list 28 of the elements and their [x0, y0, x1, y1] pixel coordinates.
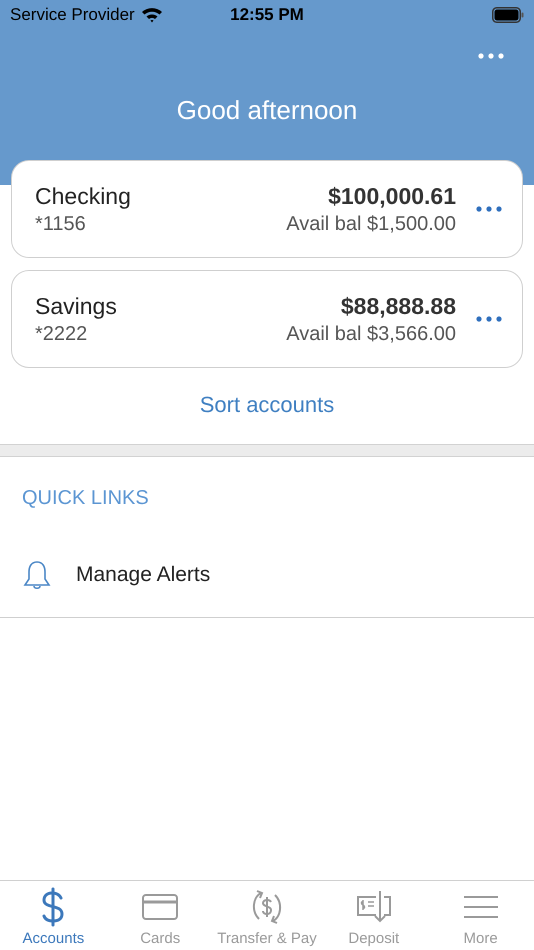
- tab-bar-item[interactable]: Deposit: [320, 881, 428, 950]
- account-balance: $88,888.88: [340, 292, 456, 320]
- greeting: Good afternoon: [176, 95, 358, 125]
- section-heading: QUICK LINKS: [22, 487, 149, 510]
- carrier-name: Service Provider: [10, 5, 135, 25]
- account-number: *2222: [35, 322, 88, 346]
- available-balance: Avail bal $3,566.00: [286, 322, 456, 346]
- quick-link-label: Manage Alerts: [76, 563, 210, 587]
- more-icon[interactable]: [476, 206, 502, 212]
- more-icon[interactable]: [478, 53, 504, 59]
- account-name: Savings: [35, 292, 117, 320]
- sort-accounts-link[interactable]: Sort accounts: [200, 392, 334, 417]
- account-number: *1156: [35, 212, 87, 236]
- account-name: Checking: [35, 182, 131, 210]
- account-card[interactable]: Checking *1156 $100,000.61 Avail bal $1,500.00: [11, 160, 523, 258]
- tab-bar-item[interactable]: More: [427, 881, 534, 950]
- quick-link-row[interactable]: Manage Alerts: [0, 533, 534, 618]
- wifi-icon: [140, 7, 163, 23]
- tab-bar-item[interactable]: Cards: [106, 881, 214, 950]
- more-icon[interactable]: [476, 316, 502, 322]
- tab-bar-item[interactable]: Accounts: [0, 881, 107, 950]
- account-balance: $100,000.61: [328, 182, 456, 210]
- battery-icon: [492, 7, 524, 23]
- account-card[interactable]: Savings *2222 $88,888.88 Avail bal $3,566.00: [11, 270, 523, 368]
- clock-time: 12:55 PM: [230, 5, 304, 25]
- tab-bar-item[interactable]: Transfer & Pay: [214, 881, 320, 950]
- bell-icon: [22, 559, 52, 591]
- available-balance: Avail bal $1,500.00: [286, 212, 456, 236]
